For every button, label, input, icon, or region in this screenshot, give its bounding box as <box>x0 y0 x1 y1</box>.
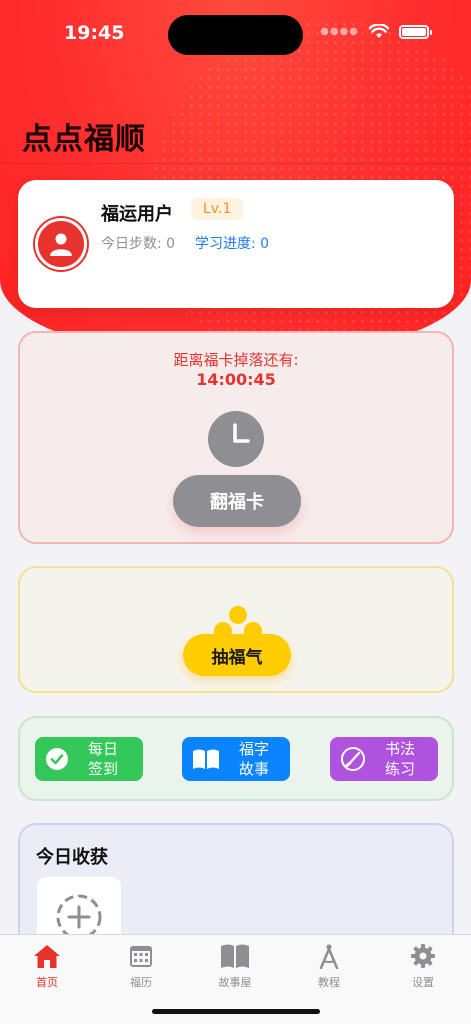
quick-actions-card: 每日签到 福字故事 书法练习 <box>18 716 454 801</box>
checkin-label: 每日 签到 <box>79 739 127 779</box>
status-bar: 19:45 ●●●● <box>0 0 471 64</box>
tab-calendar[interactable]: 福历 <box>94 943 188 990</box>
home-icon <box>34 945 60 968</box>
check-circle-icon <box>46 748 68 770</box>
luck-card: 抽福气 <box>18 566 454 693</box>
action-label-line: 每日 <box>87 740 118 758</box>
action-label-line: 故事 <box>238 760 269 778</box>
dynamic-island <box>168 15 303 55</box>
learning-progress: 学习进度: 0 <box>195 236 270 252</box>
calligraphy-label: 书法 练习 <box>376 739 424 779</box>
tab-settings[interactable]: 设置 <box>376 943 470 990</box>
tab-home[interactable]: 首页 <box>0 943 94 990</box>
action-label-line: 练习 <box>384 760 415 778</box>
flip-card-button[interactable]: 翻福卡 <box>173 475 301 527</box>
story-label: 福字 故事 <box>230 739 278 779</box>
tab-story-house[interactable]: 故事屋 <box>188 943 282 990</box>
action-label-line: 福字 <box>238 740 269 758</box>
action-label-line: 书法 <box>384 740 415 758</box>
fu-story-button[interactable]: 福字 故事 <box>182 737 290 781</box>
status-time: 19:45 <box>64 22 125 44</box>
book-icon <box>221 944 249 968</box>
action-label-line: 签到 <box>87 760 118 778</box>
user-name: 福运用户 <box>101 204 173 225</box>
tab-tutorial[interactable]: 教程 <box>282 943 376 990</box>
draw-luck-button[interactable]: 抽福气 <box>183 634 291 676</box>
calligraphy-button[interactable]: 书法 练习 <box>330 737 438 781</box>
gear-icon <box>411 944 435 968</box>
user-card[interactable]: 福运用户 Lv.1 今日步数: 0 学习进度: 0 <box>18 180 454 308</box>
countdown-time: 14:00:45 <box>196 370 276 389</box>
wifi-icon <box>369 24 389 38</box>
countdown-label: 距离福卡掉落还有: <box>173 351 299 369</box>
status-icons: ●●●● <box>320 24 432 39</box>
steps-count: 今日步数: 0 <box>101 236 176 252</box>
daily-checkin-button[interactable]: 每日 签到 <box>35 737 143 781</box>
person-icon <box>50 233 72 256</box>
calendar-icon <box>130 946 152 967</box>
compass-icon <box>319 944 339 969</box>
fuka-card: 距离福卡掉落还有: 14:00:45 翻福卡 <box>18 331 454 544</box>
battery-icon <box>399 24 432 39</box>
book-icon <box>193 749 219 769</box>
title-divider <box>0 163 471 164</box>
avatar[interactable] <box>35 218 87 270</box>
home-indicator <box>152 1009 320 1014</box>
signal-icon: ●●●● <box>320 26 359 37</box>
harvest-title: 今日收获 <box>36 847 108 868</box>
clock-icon <box>208 411 264 467</box>
page-title: 点点福顺 <box>22 122 146 157</box>
level-badge: Lv.1 <box>191 198 244 220</box>
brush-icon <box>341 747 365 771</box>
